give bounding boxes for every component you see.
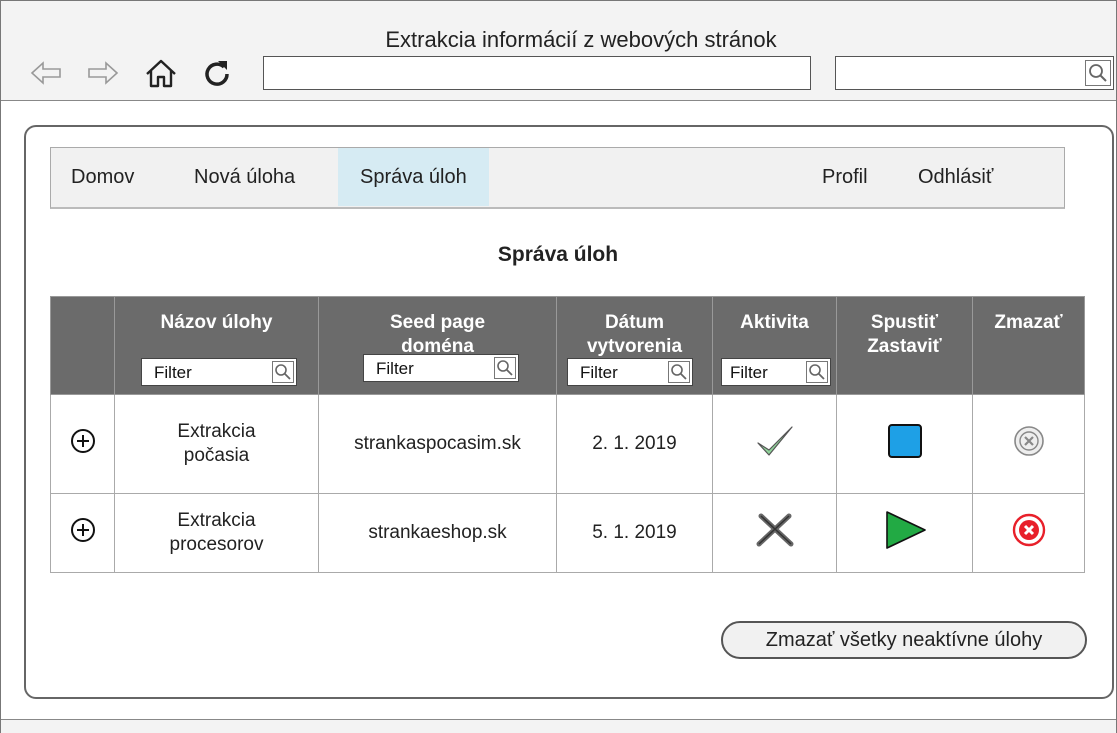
domain-filter-input[interactable]: Filter bbox=[363, 354, 519, 382]
delete-icon bbox=[1012, 513, 1045, 546]
expand-row-button[interactable] bbox=[50, 394, 115, 494]
menu-item-profil[interactable]: Profil bbox=[822, 148, 868, 206]
menu-item-odhlasit[interactable]: Odhlásiť bbox=[918, 148, 993, 206]
menu-item-domov[interactable]: Domov bbox=[71, 148, 134, 206]
plus-circle-icon bbox=[70, 517, 95, 542]
search-icon[interactable] bbox=[272, 361, 294, 383]
task-date-cell: 5. 1. 2019 bbox=[556, 493, 713, 573]
task-date-cell: 2. 1. 2019 bbox=[556, 394, 713, 494]
column-header-name: Názov úlohy Filter bbox=[114, 296, 319, 395]
arrow-left-icon bbox=[30, 61, 61, 85]
activity-filter-input[interactable]: Filter bbox=[721, 358, 831, 386]
home-button[interactable] bbox=[144, 56, 178, 90]
window-title: Extrakcia informácií z webových stránok bbox=[385, 27, 777, 52]
task-table: Názov úlohy Filter Seed page doména Filt… bbox=[50, 296, 1085, 573]
browser-toolbar: Extrakcia informácií z webových stránok bbox=[1, 1, 1116, 101]
column-header-activity: Aktivita Filter bbox=[712, 296, 837, 395]
url-input[interactable] bbox=[263, 56, 811, 90]
task-domain-cell: strankaeshop.sk bbox=[318, 493, 557, 573]
status-bar bbox=[1, 719, 1116, 733]
task-name-cell: Extrakcia procesorov bbox=[114, 493, 319, 573]
page-title: Správa úloh bbox=[497, 243, 619, 266]
search-icon[interactable] bbox=[1085, 60, 1111, 86]
arrow-right-icon bbox=[88, 61, 119, 85]
browser-window: Extrakcia informácií z webových stránok … bbox=[0, 0, 1117, 733]
table-row: Extrakcia procesorov strankaeshop.sk 5. … bbox=[50, 493, 1085, 573]
column-header-domain: Seed page doména Filter bbox=[318, 296, 557, 395]
plus-circle-icon bbox=[70, 428, 95, 453]
stop-icon bbox=[887, 423, 922, 458]
reload-button[interactable] bbox=[200, 56, 234, 90]
task-domain-cell: strankaspocasim.sk bbox=[318, 394, 557, 494]
menu-item-nova-uloha[interactable]: Nová úloha bbox=[194, 148, 295, 206]
search-icon[interactable] bbox=[494, 357, 516, 379]
task-activity-cell bbox=[712, 394, 837, 494]
column-header-expand bbox=[50, 296, 115, 395]
column-header-start-stop: Spustiť Zastaviť bbox=[836, 296, 973, 395]
search-icon[interactable] bbox=[668, 361, 690, 383]
delete-task-button[interactable] bbox=[972, 493, 1085, 573]
play-icon bbox=[885, 510, 926, 549]
content-panel: Domov Nová úloha Správa úloh Profil Odhl… bbox=[24, 125, 1114, 699]
menu-item-sprava-uloh[interactable]: Správa úloh bbox=[338, 148, 489, 206]
table-row: Extrakcia počasia strankaspocasim.sk 2. … bbox=[50, 394, 1085, 494]
start-task-button[interactable] bbox=[836, 493, 973, 573]
task-name-cell: Extrakcia počasia bbox=[114, 394, 319, 494]
forward-button[interactable] bbox=[86, 56, 120, 90]
search-icon[interactable] bbox=[806, 361, 828, 383]
main-menu: Domov Nová úloha Správa úloh Profil Odhl… bbox=[50, 147, 1065, 209]
back-button[interactable] bbox=[29, 56, 63, 90]
stop-task-button[interactable] bbox=[836, 394, 973, 494]
delete-inactive-tasks-button[interactable]: Zmazať všetky neaktívne úlohy bbox=[721, 621, 1087, 659]
delete-task-button[interactable] bbox=[972, 394, 1085, 494]
task-activity-cell bbox=[712, 493, 837, 573]
reload-icon bbox=[205, 61, 229, 86]
name-filter-input[interactable]: Filter bbox=[141, 358, 297, 386]
check-icon bbox=[756, 425, 793, 456]
date-filter-input[interactable]: Filter bbox=[567, 358, 693, 386]
expand-row-button[interactable] bbox=[50, 493, 115, 573]
x-icon bbox=[756, 513, 793, 546]
browser-search-input[interactable] bbox=[835, 56, 1114, 90]
table-header-row: Názov úlohy Filter Seed page doména Filt… bbox=[50, 296, 1085, 395]
column-header-date: Dátum vytvorenia Filter bbox=[556, 296, 713, 395]
delete-icon bbox=[1013, 425, 1044, 456]
home-icon bbox=[146, 59, 176, 88]
column-header-delete: Zmazať bbox=[972, 296, 1085, 395]
